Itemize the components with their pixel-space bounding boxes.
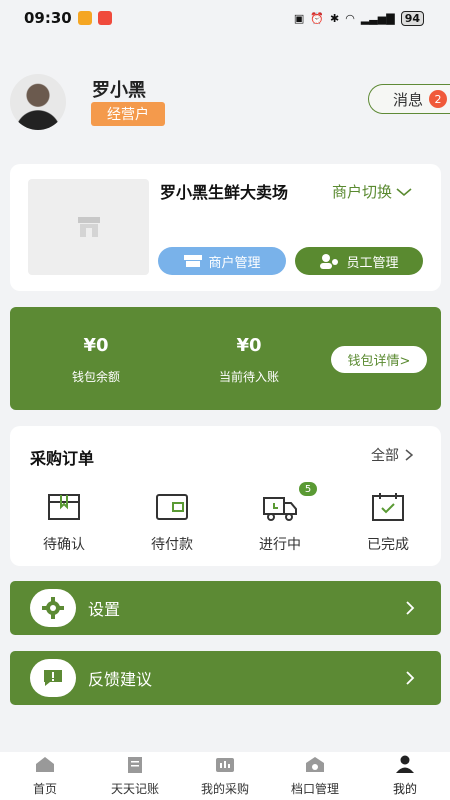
store-card: 罗小黑生鲜大卖场 商户切换 商户管理 员工管理 xyxy=(10,164,441,291)
tab-mine[interactable]: 我的 xyxy=(360,755,450,797)
tab-label: 首页 xyxy=(32,782,57,796)
app-notification-icon xyxy=(97,11,112,25)
wallet-icon xyxy=(155,492,189,522)
tab-label: 我的 xyxy=(392,782,417,796)
wallet-panel: ¥0 钱包余额 ¥0 当前待入账 钱包详情> xyxy=(10,307,441,410)
order-status-in-progress[interactable]: 5 进行中 xyxy=(235,482,325,554)
avatar[interactable] xyxy=(10,74,66,130)
wallet-detail-button[interactable]: 钱包详情> xyxy=(331,346,427,373)
messages-button[interactable]: 消息 2 xyxy=(368,84,450,114)
chevron-right-icon xyxy=(406,671,415,685)
staff-management-label: 员工管理 xyxy=(346,255,399,271)
clipboard-icon xyxy=(128,757,142,773)
user-icon xyxy=(396,755,414,773)
user-name: 罗小黑 xyxy=(92,80,146,101)
status-bar: 09:30 ▣ ⏰ ✱ ◠ ▂▃▅▇ 94 xyxy=(0,0,450,36)
staff-management-button[interactable]: 员工管理 xyxy=(295,247,423,275)
chevron-right-icon xyxy=(405,449,413,461)
tab-stall-management[interactable]: 档口管理 xyxy=(270,755,360,797)
wallet-balance-label: 钱包余额 xyxy=(71,370,120,384)
feedback-label: 反馈建议 xyxy=(88,670,153,689)
order-status-label: 进行中 xyxy=(259,537,301,553)
bluetooth-icon: ✱ xyxy=(330,11,340,25)
store-name: 罗小黑生鲜大卖场 xyxy=(160,183,289,202)
tab-label: 天天记账 xyxy=(110,782,159,796)
profile-header: 罗小黑 经营户 消息 2 xyxy=(10,72,450,132)
tab-label: 档口管理 xyxy=(290,782,339,796)
wallet-balance-amount: ¥0 xyxy=(83,335,109,356)
app-notification-icon xyxy=(77,11,92,25)
tab-home[interactable]: 首页 xyxy=(0,755,90,797)
tab-daily-bookkeeping[interactable]: 天天记账 xyxy=(90,755,180,797)
order-status-label: 已完成 xyxy=(367,537,409,553)
wallet-balance[interactable]: ¥0 钱包余额 xyxy=(36,335,156,385)
wifi-icon: ◠ xyxy=(345,11,355,25)
store-image-placeholder xyxy=(28,179,149,275)
calendar-check-icon xyxy=(371,492,405,522)
status-time: 09:30 xyxy=(24,9,72,27)
alarm-icon: ⏰ xyxy=(310,11,325,25)
role-badge: 经营户 xyxy=(91,102,165,126)
order-status-pending-confirm[interactable]: 待确认 xyxy=(19,492,109,554)
orders-title: 采购订单 xyxy=(30,449,95,468)
battery-icon: 94 xyxy=(400,10,424,26)
orders-view-all-label: 全部 xyxy=(371,448,399,464)
merchant-management-label: 商户管理 xyxy=(208,255,261,271)
truck-icon: 5 xyxy=(263,482,317,522)
order-status-label: 待确认 xyxy=(43,537,85,553)
settings-row[interactable]: 设置 xyxy=(10,581,441,635)
store-icon xyxy=(77,217,100,237)
pending-confirm-icon xyxy=(47,492,81,522)
order-status-label: 待付款 xyxy=(151,537,193,553)
in-progress-count-badge: 5 xyxy=(299,482,317,496)
home-icon xyxy=(36,757,54,772)
chevron-down-icon xyxy=(396,187,412,196)
signal-icon: ▂▃▅▇ xyxy=(360,11,395,25)
feedback-row[interactable]: 反馈建议 xyxy=(10,651,441,705)
tab-my-purchases[interactable]: 我的采购 xyxy=(180,755,270,797)
gear-icon xyxy=(30,589,76,627)
orders-view-all-button[interactable]: 全部 xyxy=(371,445,413,465)
switch-merchant-label: 商户切换 xyxy=(332,183,393,201)
wallet-pending[interactable]: ¥0 当前待入账 xyxy=(189,335,309,385)
purchase-orders-card: 采购订单 全部 待确认 待付款 5 进行中 已完成 xyxy=(10,426,441,566)
bottom-tab-bar: 首页 天天记账 我的采购 档口管理 我的 xyxy=(0,752,450,800)
storefront-icon xyxy=(184,255,203,267)
settings-label: 设置 xyxy=(88,600,121,619)
merchant-management-button[interactable]: 商户管理 xyxy=(158,247,286,275)
staff-icon xyxy=(320,254,339,269)
wallet-pending-amount: ¥0 xyxy=(236,335,262,356)
nfc-icon: ▣ xyxy=(293,11,305,25)
wallet-pending-label: 当前待入账 xyxy=(218,370,279,384)
tab-label: 我的采购 xyxy=(200,782,249,796)
messages-count-badge: 2 xyxy=(429,90,448,108)
chevron-right-icon xyxy=(406,601,415,615)
messages-label: 消息 xyxy=(393,90,424,109)
order-status-completed[interactable]: 已完成 xyxy=(343,492,433,554)
order-status-pending-payment[interactable]: 待付款 xyxy=(127,492,217,554)
purchase-icon xyxy=(216,758,234,772)
stall-icon xyxy=(306,757,324,772)
switch-merchant-button[interactable]: 商户切换 xyxy=(332,181,412,202)
feedback-icon xyxy=(30,659,76,697)
